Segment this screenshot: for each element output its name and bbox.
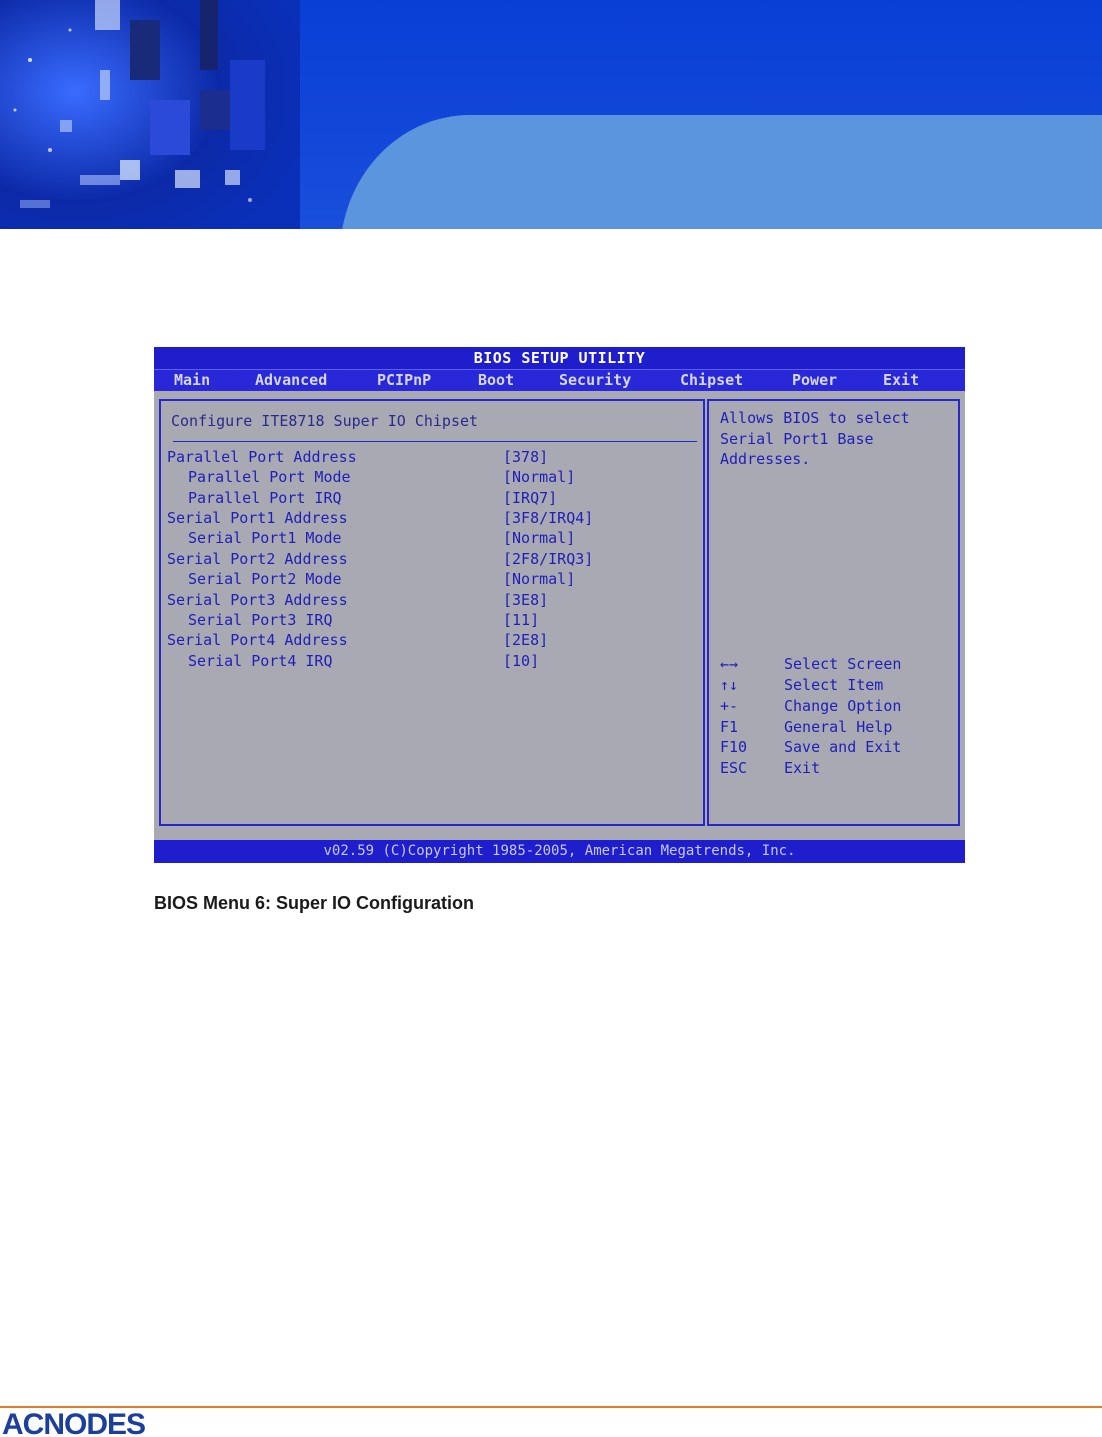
acnodes-logo-icon: ACNODES	[2, 1409, 146, 1437]
tab-exit[interactable]: Exit	[883, 370, 919, 391]
setting-value[interactable]: [3E8]	[503, 590, 548, 610]
key-hint-action: General Help	[784, 718, 893, 736]
setting-label: Serial Port4 IRQ	[188, 652, 333, 670]
setting-value[interactable]: [2E8]	[503, 630, 548, 650]
tab-security[interactable]: Security	[559, 370, 631, 391]
key-hint-action: Select Screen	[784, 655, 902, 673]
key-hint-key: +-	[720, 697, 739, 715]
section-title: Configure ITE8718 Super IO Chipset	[171, 412, 479, 430]
bios-title: BIOS SETUP UTILITY	[154, 347, 965, 369]
bios-screen: BIOS SETUP UTILITY Main Advanced PCIPnP …	[154, 347, 965, 863]
key-hint-action: Save and Exit	[784, 738, 902, 756]
setting-value[interactable]: [IRQ7]	[503, 488, 557, 508]
setting-value[interactable]: [Normal]	[503, 467, 575, 487]
setting-value[interactable]: [378]	[503, 447, 548, 467]
setting-value[interactable]: [Normal]	[503, 569, 575, 589]
tab-power[interactable]: Power	[792, 370, 837, 391]
key-hint-key: F10	[720, 738, 748, 756]
setting-label: Serial Port1 Address	[167, 509, 348, 527]
tab-main[interactable]: Main	[174, 370, 210, 391]
key-hint-key: ←→	[720, 655, 739, 673]
figure-caption: BIOS Menu 6: Super IO Configuration	[154, 893, 475, 913]
setting-label: Serial Port1 Mode	[188, 529, 342, 547]
setting-label: Serial Port3 IRQ	[188, 611, 333, 629]
setting-value[interactable]: [11]	[503, 610, 539, 630]
tab-advanced[interactable]: Advanced	[255, 370, 327, 391]
settings-panel: Configure ITE8718 Super IO Chipset Paral…	[159, 399, 705, 826]
tab-pcipnp[interactable]: PCIPnP	[377, 370, 431, 391]
key-hint-action: Change Option	[784, 697, 902, 715]
acnodes-logo: ACNODES	[0, 1409, 200, 1437]
setting-label: Parallel Port Mode	[188, 468, 351, 486]
key-hint-key: F1	[720, 718, 739, 736]
section-divider	[173, 441, 697, 442]
setting-value[interactable]: [2F8/IRQ3]	[503, 549, 593, 569]
header-banner	[0, 0, 1102, 229]
help-text-line: Allows BIOS to select	[720, 409, 910, 427]
key-hint-action: Select Item	[784, 676, 884, 694]
key-hint-key: ESC	[720, 759, 748, 777]
setting-label: Serial Port4 Address	[167, 631, 348, 649]
tab-boot[interactable]: Boot	[478, 370, 514, 391]
logo-text: ACNODES	[2, 1409, 145, 1437]
setting-label: Serial Port2 Mode	[188, 570, 342, 588]
circuit-board-image	[0, 0, 300, 229]
help-panel: Allows BIOS to select Serial Port1 Base …	[707, 399, 960, 826]
footer-divider	[0, 1406, 1102, 1408]
tab-chipset[interactable]: Chipset	[680, 370, 743, 391]
bios-copyright-footer: v02.59 (C)Copyright 1985-2005, American …	[154, 840, 965, 863]
setting-label: Serial Port2 Address	[167, 550, 348, 568]
help-text-line: Serial Port1 Base	[720, 430, 874, 448]
setting-value[interactable]: [3F8/IRQ4]	[503, 508, 593, 528]
setting-label: Parallel Port Address	[167, 448, 357, 466]
setting-label: Parallel Port IRQ	[188, 489, 342, 507]
key-hint-action: Exit	[784, 759, 821, 777]
setting-value[interactable]: [10]	[503, 651, 539, 671]
key-hint-key: ↑↓	[720, 676, 739, 694]
help-text-line: Addresses.	[720, 450, 811, 468]
setting-label: Serial Port3 Address	[167, 591, 348, 609]
banner-curve	[340, 115, 1102, 229]
bios-menu-bar: Main Advanced PCIPnP Boot Security Chips…	[154, 369, 965, 391]
setting-value[interactable]: [Normal]	[503, 528, 575, 548]
